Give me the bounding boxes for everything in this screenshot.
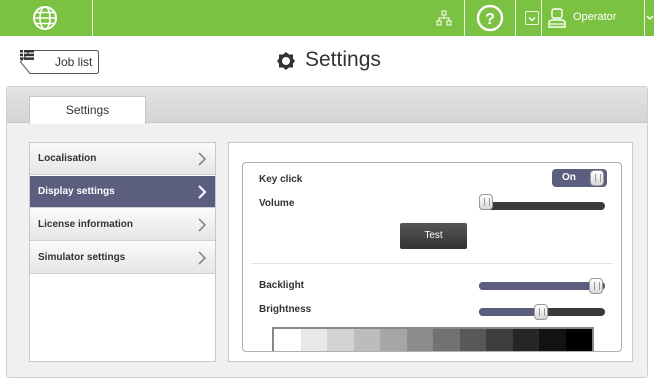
gray-swatch [486,329,513,351]
menu-item-label: Localisation [38,153,97,164]
chevron-right-icon [198,218,207,232]
backlight-label: Backlight [259,280,305,291]
chevron-down-icon [528,17,536,22]
brightness-slider-fill [479,308,542,316]
gray-swatch [327,329,354,351]
display-settings-content: Key click On Volume Test Backlight Brigh… [228,142,633,362]
test-button[interactable]: Test [400,223,467,249]
topbar-separator [515,0,516,36]
menu-item-localisation[interactable]: Localisation [30,143,215,175]
backlight-slider-track[interactable] [479,282,605,290]
top-bar: ? Operator [0,0,654,36]
user-icon[interactable] [548,8,566,28]
gray-swatch [380,329,407,351]
gray-swatch [300,329,327,351]
job-list-label: Job list [55,55,93,69]
chevron-down-icon[interactable] [646,11,654,25]
gray-swatch [406,329,433,351]
menu-item-license-information[interactable]: License information [30,209,215,241]
settings-panel: Settings Localisation Display settings L… [6,86,648,378]
topbar-separator [644,0,645,36]
chevron-right-icon [198,152,207,166]
topbar-separator [541,0,542,36]
volume-slider-knob[interactable] [479,194,493,210]
network-icon[interactable] [436,10,452,26]
gray-swatch [353,329,380,351]
backlight-slider-knob[interactable] [589,278,603,294]
settings-menu: Localisation Display settings License in… [29,142,216,362]
help-icon[interactable]: ? [476,4,504,32]
menu-item-label: Display settings [38,186,115,197]
gray-scale-strip [272,327,594,351]
gray-swatch [274,329,301,351]
gray-swatch [433,329,460,351]
brightness-label: Brightness [259,304,312,315]
tab-settings[interactable]: Settings [29,96,146,124]
key-click-toggle[interactable]: On [552,169,607,187]
gear-icon [277,52,295,70]
tab-strip: Settings [7,87,647,124]
toggle-knob [590,170,604,186]
gray-swatch [565,329,592,351]
svg-text:?: ? [485,11,495,28]
menu-item-label: Simulator settings [38,252,126,263]
brightness-slider-knob[interactable] [534,304,548,320]
gray-swatch [459,329,486,351]
gray-swatch [539,329,566,351]
help-dropdown-chevron[interactable] [525,11,539,25]
backlight-slider-fill [479,282,605,290]
operator-label[interactable]: Operator [573,11,616,23]
gray-swatch [512,329,539,351]
topbar-separator [464,0,465,36]
section-divider [251,263,613,264]
page-title: Settings [305,48,381,71]
globe-icon[interactable] [32,5,58,31]
volume-slider-track[interactable] [479,202,605,210]
key-click-label: Key click [259,174,303,185]
topbar-separator [92,0,93,36]
job-list-button[interactable]: Job list [20,50,99,74]
display-settings-group: Key click On Volume Test Backlight Brigh… [242,162,622,352]
menu-item-label: License information [38,219,134,230]
volume-label: Volume [259,198,295,209]
chevron-right-icon [198,251,207,265]
menu-item-display-settings[interactable]: Display settings [30,176,215,208]
key-click-state: On [562,172,576,183]
job-list-icon [20,50,34,60]
menu-item-simulator-settings[interactable]: Simulator settings [30,242,215,274]
chevron-right-icon [198,185,207,199]
